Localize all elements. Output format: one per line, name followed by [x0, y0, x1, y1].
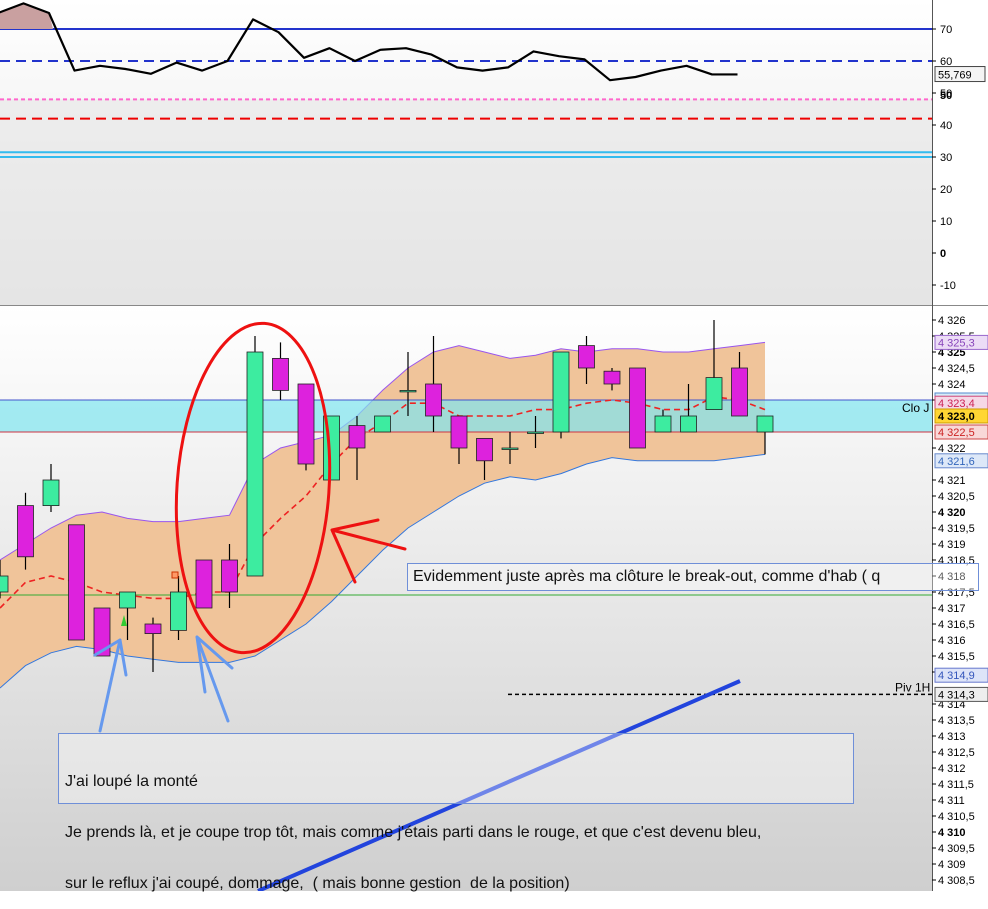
rsi-tick-label: 10	[940, 216, 952, 228]
annotation-line-1: J'ai loupé la monté	[65, 773, 198, 790]
candle-up	[170, 591, 187, 631]
rsi-tick-label: 70	[940, 24, 952, 36]
candle-down	[272, 357, 289, 391]
candle-up	[42, 479, 60, 507]
annotation-line-2: Je prends là, et je coupe trop tôt, mais…	[65, 824, 762, 841]
candle-up	[527, 431, 544, 434]
price-tick-label: 4 309	[938, 859, 966, 871]
price-value-label: 4 321,6	[938, 456, 975, 468]
rsi-value-label: 55,769	[938, 70, 972, 82]
candle-up	[246, 351, 264, 577]
exit-marker	[171, 571, 179, 579]
price-tick-label: 4 312,5	[938, 747, 975, 759]
price-value-label: 4 323,0	[938, 411, 975, 423]
price-value-label: 4 325,3	[938, 337, 975, 349]
price-tick-label: 4 315,5	[938, 651, 975, 663]
candle-down	[144, 623, 162, 635]
price-tick-label: 4 319	[938, 539, 966, 551]
price-tick-label: 4 312	[938, 763, 966, 775]
candle-down	[68, 524, 85, 641]
price-tick-label: 4 313	[938, 731, 966, 743]
price-tick-label: 4 321	[938, 475, 966, 487]
rsi-tick-label: 20	[940, 184, 952, 196]
price-tick-label: 4 308,5	[938, 875, 975, 887]
price-tick-label: 4 322	[938, 443, 966, 455]
candle-down	[195, 559, 213, 609]
pivot-label: Piv 1H	[895, 680, 930, 694]
candle-down	[731, 367, 748, 417]
annotation-trade-note: J'ai loupé la monté Je prends là, et je …	[58, 733, 854, 892]
rsi-tick-label: 30	[940, 152, 952, 164]
price-value-label: 4 322,5	[938, 427, 975, 439]
candle-up	[680, 415, 697, 433]
price-tick-label: 4 320	[938, 507, 966, 519]
annotation-breakout-note: Evidemment juste après ma clôture le bre…	[407, 563, 979, 591]
price-tick-label: 4 313,5	[938, 715, 975, 727]
price-tick-label: 4 309,5	[938, 843, 975, 855]
price-tick-label: 4 324,5	[938, 363, 975, 375]
candle-down	[476, 437, 493, 462]
price-value-label: 4 323,4	[938, 398, 975, 410]
candle-down	[450, 415, 468, 449]
rsi-tick-label: 50	[940, 90, 952, 102]
candle-up	[705, 377, 723, 411]
rsi-tick-label: 0	[940, 248, 946, 260]
price-tick-label: 4 317	[938, 603, 966, 615]
candle-down	[603, 370, 621, 385]
candle-down	[578, 345, 595, 369]
price-tick-label: 4 316	[938, 635, 966, 647]
price-tick-label: 4 316,5	[938, 619, 975, 631]
candle-down	[425, 383, 442, 417]
annotation-line-3: sur le reflux j'ai coupé, dommage, ( mai…	[65, 875, 570, 892]
candle-down	[629, 367, 646, 449]
candle-down	[17, 505, 34, 558]
candle-up	[119, 591, 136, 609]
price-tick-label: 4 311	[938, 795, 965, 807]
candle-up	[552, 351, 570, 433]
candle-down	[221, 559, 238, 593]
price-tick-label: 4 326	[938, 315, 966, 327]
rsi-tick-label: 40	[940, 120, 952, 132]
price-tick-label: 4 320,5	[938, 491, 975, 503]
candle-up	[501, 447, 519, 450]
price-value-label: 4 314,9	[938, 670, 975, 682]
candle-down	[348, 425, 366, 449]
candle-up	[756, 415, 774, 433]
rsi-lower-shade	[0, 99, 932, 306]
clo-label: Clo J	[902, 401, 929, 415]
candle-up	[374, 415, 391, 433]
price-value-label: 4 314,3	[938, 689, 975, 701]
price-tick-label: 4 310	[938, 827, 966, 839]
price-tick-label: 4 324	[938, 379, 966, 391]
candle-down	[297, 383, 315, 465]
candle-up	[0, 575, 9, 593]
rsi-tick-label: -10	[940, 280, 956, 292]
price-tick-label: 4 319,5	[938, 523, 975, 535]
price-tick-label: 4 310,5	[938, 811, 975, 823]
candle-up	[654, 415, 672, 433]
candle-up	[399, 389, 417, 393]
price-tick-label: 4 311,5	[938, 779, 974, 791]
